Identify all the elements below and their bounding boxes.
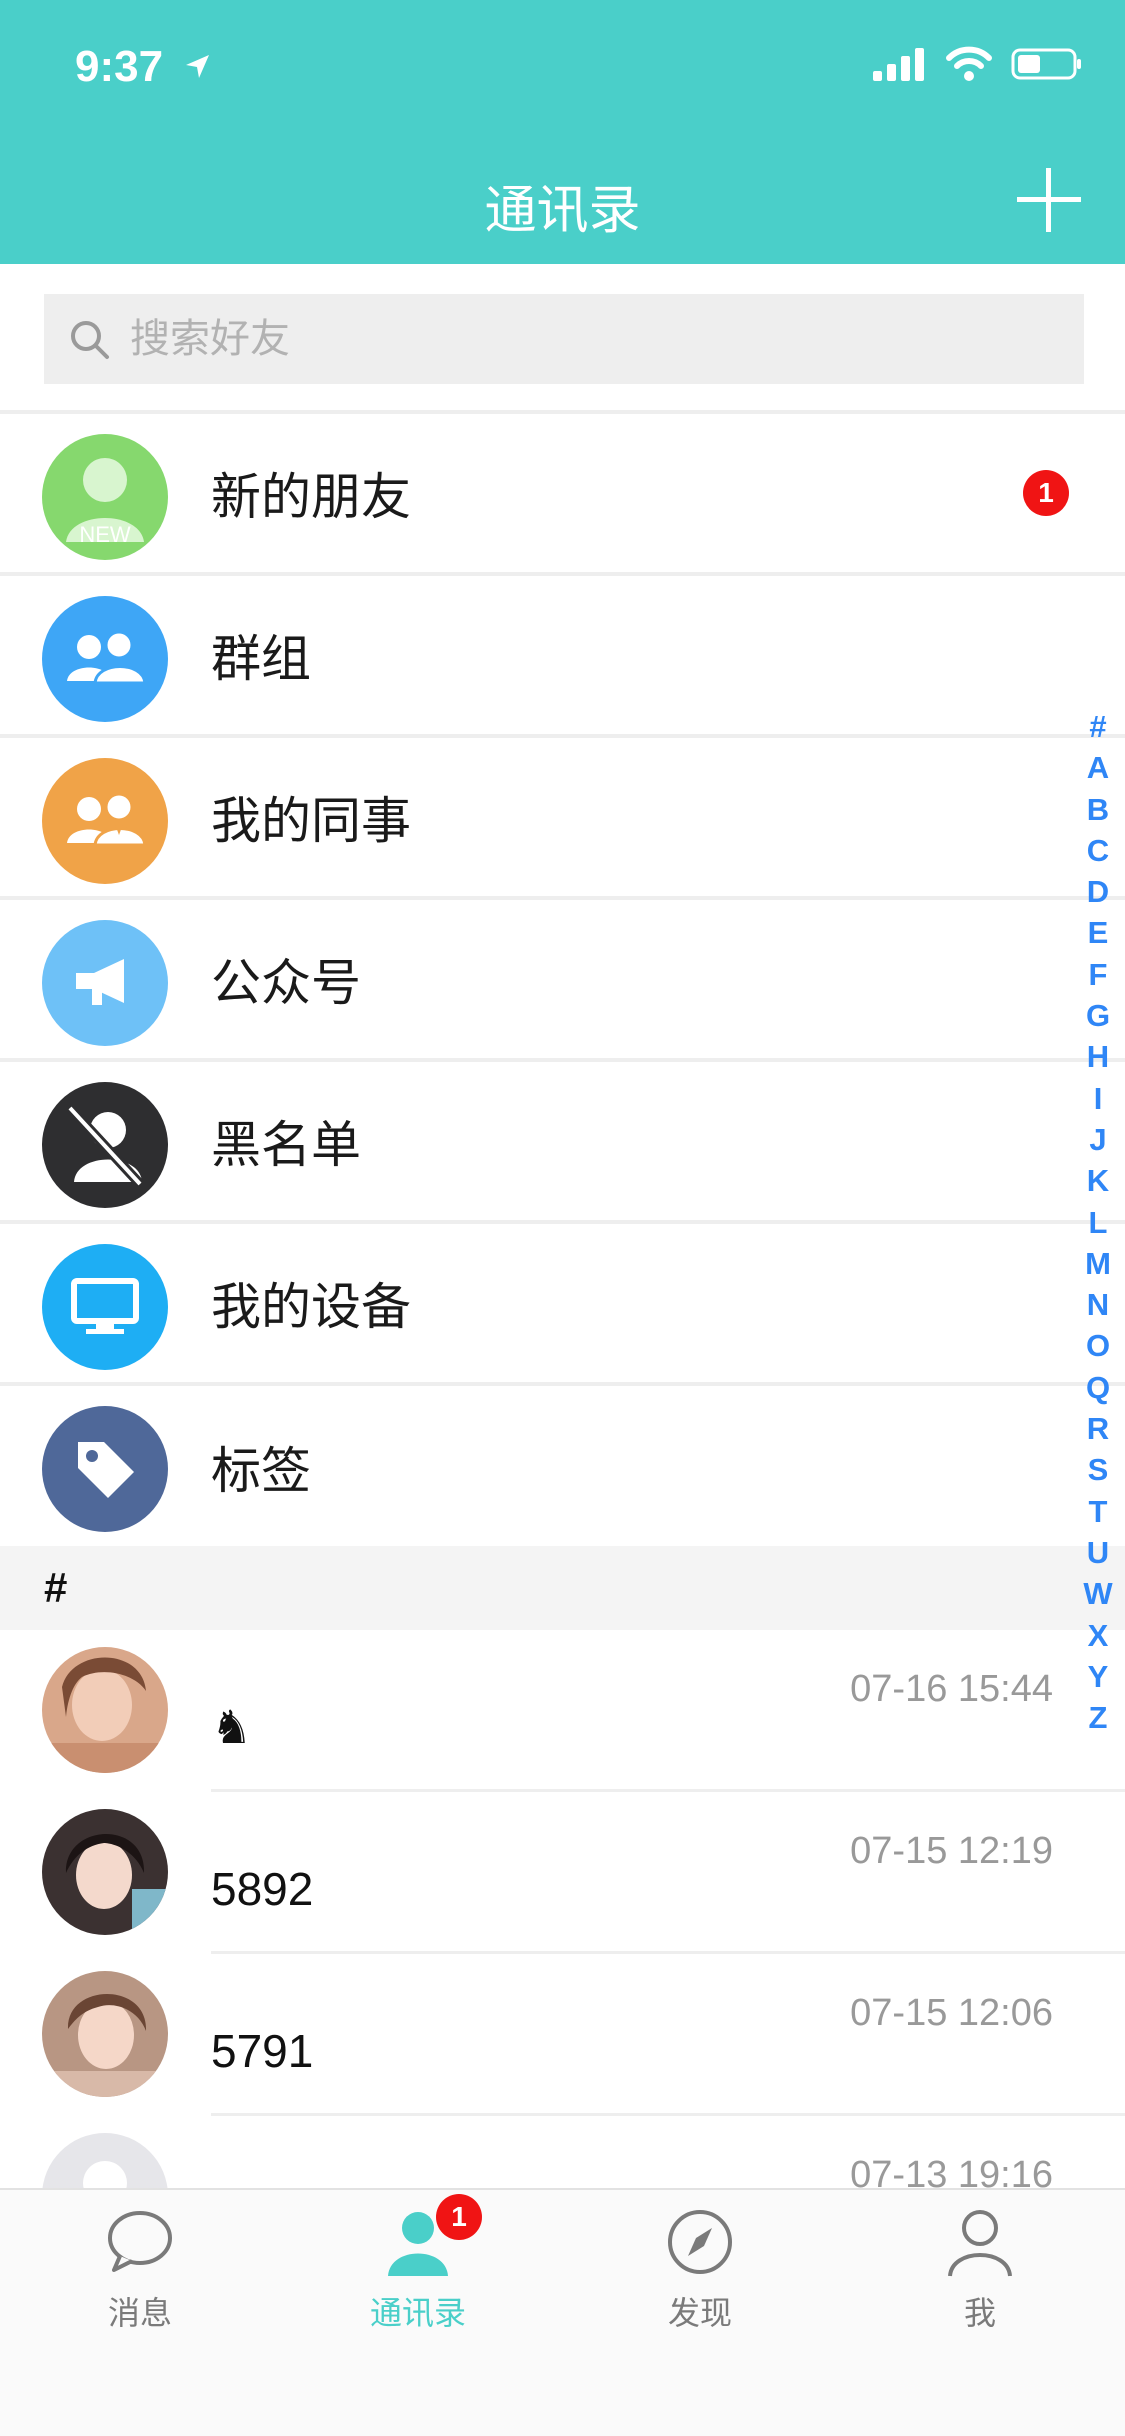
menu-label: 黑名单 (211, 1117, 361, 1173)
menu-label: 公众号 (211, 955, 361, 1011)
avatar (42, 2133, 168, 2190)
index-letter[interactable]: X (1088, 1615, 1109, 1656)
section-header: # (0, 1546, 1125, 1630)
index-letter[interactable]: J (1089, 1119, 1106, 1160)
menu-item-colleagues[interactable]: 我的同事 (0, 738, 1125, 900)
menu-item-tags[interactable]: 标签 (0, 1386, 1125, 1548)
list-item[interactable]: 5892 07-15 12:19 (0, 1792, 1125, 1954)
index-letter[interactable]: M (1085, 1243, 1111, 1284)
chat-bubble-icon (108, 2211, 172, 2272)
index-letter[interactable]: K (1087, 1160, 1109, 1201)
new-label: NEW (79, 522, 131, 547)
tab-label: 消息 (107, 2295, 172, 2331)
avatar (42, 1971, 168, 2097)
index-letter[interactable]: C (1087, 830, 1109, 871)
alphabet-index[interactable]: # A B C D E F G H I J K L M N O Q R S T U W X Y Z (1079, 706, 1117, 1738)
menu-label: 群组 (211, 631, 311, 687)
tab-label: 我 (963, 2295, 996, 2331)
contacts-icon: 1 (382, 2194, 482, 2278)
menu-label: 我的设备 (211, 1279, 411, 1335)
search-icon (71, 321, 109, 359)
index-letter[interactable]: Z (1089, 1697, 1108, 1738)
index-letter[interactable]: Q (1086, 1367, 1110, 1408)
tab-messages[interactable]: 消息 (40, 2206, 240, 2346)
search-input[interactable] (130, 316, 1030, 362)
list-item[interactable]: 5723 07-13 19:16 (0, 2116, 1125, 2190)
index-letter[interactable]: # (1089, 706, 1106, 747)
avatar (42, 1809, 168, 1935)
menu-item-groups[interactable]: 群组 (0, 576, 1125, 738)
menu-item-official-accounts[interactable]: 公众号 (0, 900, 1125, 1062)
index-letter[interactable]: W (1083, 1573, 1112, 1614)
index-letter[interactable]: U (1087, 1532, 1109, 1573)
contact-list: ♞ 07-16 15:44 5892 07-15 12:19 5791 07-1… (0, 1630, 1125, 2190)
contact-name: ♞ (211, 1701, 253, 1753)
tab-label: 通讯录 (369, 2295, 466, 2331)
search-bar (0, 264, 1125, 414)
index-letter[interactable]: T (1089, 1491, 1108, 1532)
menu-item-my-devices[interactable]: 我的设备 (0, 1224, 1125, 1386)
contact-time: 07-15 12:06 (850, 1992, 1053, 2034)
megaphone-icon (42, 920, 168, 1046)
menu-item-blacklist[interactable]: 黑名单 (0, 1062, 1125, 1224)
contact-time: 07-13 19:16 (850, 2154, 1053, 2190)
index-letter[interactable]: D (1087, 871, 1109, 912)
new-friend-icon: NEW (42, 434, 168, 560)
contacts-menu: NEW 新的朋友 1 群组 我的同事 公众号 黑名单 我的设备 标签 (0, 414, 1125, 1548)
index-letter[interactable]: L (1089, 1202, 1108, 1243)
blacklist-icon (42, 1082, 168, 1208)
status-time: 9:37 (75, 42, 164, 91)
search-box[interactable] (44, 294, 1084, 384)
compass-icon (668, 2210, 732, 2274)
contact-name: 5791 (211, 2025, 314, 2077)
contact-name: 5892 (211, 1863, 314, 1915)
status-indicators (873, 46, 1083, 82)
menu-label: 新的朋友 (211, 469, 411, 525)
tab-me[interactable]: 我 (880, 2206, 1080, 2346)
index-letter[interactable]: B (1087, 789, 1109, 830)
person-icon (948, 2210, 1012, 2277)
list-item[interactable]: 5791 07-15 12:06 (0, 1954, 1125, 2116)
page-title: 通讯录 (484, 182, 641, 240)
nav-header: 9:37 通讯录 (0, 0, 1125, 264)
contact-time: 07-16 15:44 (850, 1668, 1053, 1710)
location-arrow-icon (186, 55, 209, 78)
tab-contacts[interactable]: 1 通讯录 (318, 2194, 518, 2346)
index-letter[interactable]: E (1088, 912, 1109, 953)
menu-label: 标签 (211, 1443, 311, 1499)
index-letter[interactable]: I (1094, 1078, 1103, 1119)
index-letter[interactable]: H (1087, 1036, 1109, 1077)
tab-bar: 消息 1 通讯录 发现 我 (0, 2188, 1125, 2436)
index-letter[interactable]: R (1087, 1408, 1109, 1449)
colleagues-icon (42, 758, 168, 884)
tab-badge: 1 (436, 2194, 482, 2240)
monitor-icon (42, 1244, 168, 1370)
tab-label: 发现 (667, 2295, 732, 2331)
unread-badge: 1 (1023, 470, 1069, 516)
menu-item-new-friends[interactable]: NEW 新的朋友 1 (0, 414, 1125, 576)
group-icon (42, 596, 168, 722)
menu-label: 我的同事 (211, 793, 411, 849)
index-letter[interactable]: G (1086, 995, 1110, 1036)
tag-icon (42, 1406, 168, 1532)
index-letter[interactable]: A (1087, 747, 1109, 788)
index-letter[interactable]: S (1088, 1449, 1109, 1490)
tab-discover[interactable]: 发现 (600, 2206, 800, 2346)
contact-time: 07-15 12:19 (850, 1830, 1053, 1872)
add-contact-button[interactable] (1017, 168, 1081, 232)
index-letter[interactable]: N (1087, 1284, 1109, 1325)
signal-icon (873, 48, 924, 81)
index-letter[interactable]: Y (1088, 1656, 1109, 1697)
list-item[interactable]: ♞ 07-16 15:44 (0, 1630, 1125, 1792)
index-letter[interactable]: O (1086, 1325, 1110, 1366)
wifi-icon (946, 46, 992, 81)
battery-icon (1011, 48, 1081, 80)
index-letter[interactable]: F (1089, 954, 1108, 995)
avatar (42, 1647, 168, 1773)
